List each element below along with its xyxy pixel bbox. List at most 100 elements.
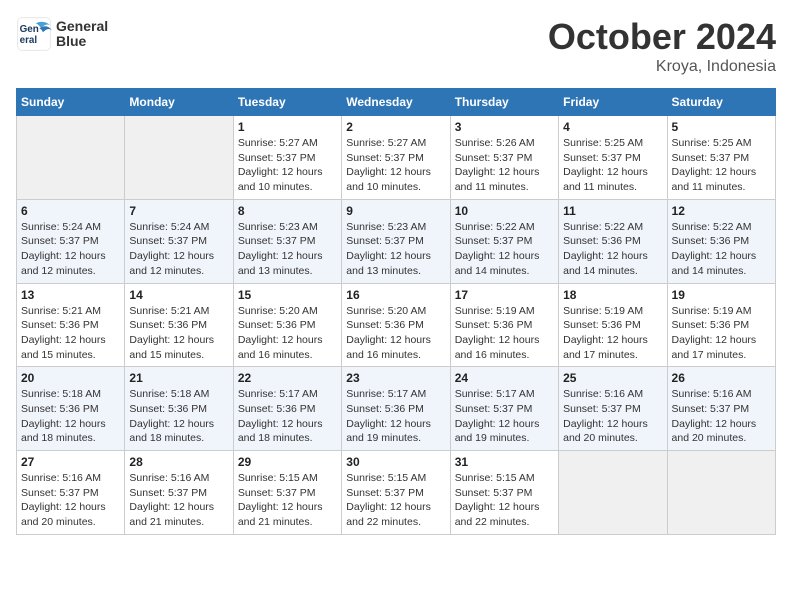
calendar-cell: 3 Sunrise: 5:26 AM Sunset: 5:37 PM Daylig… (450, 116, 558, 200)
day-number: 6 (21, 204, 120, 218)
day-header-thursday: Thursday (450, 89, 558, 116)
logo-text: General Blue (56, 19, 108, 50)
calendar-cell: 6 Sunrise: 5:24 AM Sunset: 5:37 PM Daylig… (17, 199, 125, 283)
calendar-cell (667, 451, 775, 535)
day-info: Sunrise: 5:21 AM Sunset: 5:36 PM Dayligh… (129, 304, 228, 363)
day-info: Sunrise: 5:27 AM Sunset: 5:37 PM Dayligh… (238, 136, 337, 195)
calendar-cell: 25Sunrise: 5:16 AM Sunset: 5:37 PM Dayli… (559, 367, 667, 451)
day-info: Sunrise: 5:20 AM Sunset: 5:36 PM Dayligh… (346, 304, 445, 363)
day-info: Sunrise: 5:22 AM Sunset: 5:36 PM Dayligh… (563, 220, 662, 279)
day-info: Sunrise: 5:16 AM Sunset: 5:37 PM Dayligh… (21, 471, 120, 530)
day-number: 30 (346, 455, 445, 469)
day-info: Sunrise: 5:24 AM Sunset: 5:37 PM Dayligh… (21, 220, 120, 279)
calendar-cell: 22Sunrise: 5:17 AM Sunset: 5:36 PM Dayli… (233, 367, 341, 451)
day-number: 9 (346, 204, 445, 218)
calendar-cell (125, 116, 233, 200)
calendar-cell: 16Sunrise: 5:20 AM Sunset: 5:36 PM Dayli… (342, 283, 450, 367)
day-number: 7 (129, 204, 228, 218)
logo-line1: General (56, 19, 108, 34)
day-header-sunday: Sunday (17, 89, 125, 116)
day-info: Sunrise: 5:25 AM Sunset: 5:37 PM Dayligh… (563, 136, 662, 195)
calendar-cell: 11 Sunrise: 5:22 AM Sunset: 5:36 PM Dayli… (559, 199, 667, 283)
day-info: Sunrise: 5:17 AM Sunset: 5:37 PM Dayligh… (455, 387, 554, 446)
calendar-cell: 8 Sunrise: 5:23 AM Sunset: 5:37 PM Daylig… (233, 199, 341, 283)
day-number: 8 (238, 204, 337, 218)
day-number: 14 (129, 288, 228, 302)
day-number: 23 (346, 371, 445, 385)
calendar-cell: 28 Sunrise: 5:16 AM Sunset: 5:37 PM Dayli… (125, 451, 233, 535)
calendar-cell: 2 Sunrise: 5:27 AM Sunset: 5:37 PM Daylig… (342, 116, 450, 200)
day-number: 10 (455, 204, 554, 218)
calendar-cell: 27 Sunrise: 5:16 AM Sunset: 5:37 PM Dayli… (17, 451, 125, 535)
logo-icon: Gen eral (16, 16, 52, 52)
calendar-cell: 10 Sunrise: 5:22 AM Sunset: 5:37 PM Dayli… (450, 199, 558, 283)
calendar-week-row: 1 Sunrise: 5:27 AM Sunset: 5:37 PM Daylig… (17, 116, 776, 200)
day-header-wednesday: Wednesday (342, 89, 450, 116)
day-number: 18 (563, 288, 662, 302)
day-number: 2 (346, 120, 445, 134)
day-info: Sunrise: 5:19 AM Sunset: 5:36 PM Dayligh… (672, 304, 771, 363)
day-number: 11 (563, 204, 662, 218)
day-number: 25 (563, 371, 662, 385)
day-number: 27 (21, 455, 120, 469)
day-info: Sunrise: 5:22 AM Sunset: 5:36 PM Dayligh… (672, 220, 771, 279)
day-number: 20 (21, 371, 120, 385)
day-info: Sunrise: 5:22 AM Sunset: 5:37 PM Dayligh… (455, 220, 554, 279)
day-number: 1 (238, 120, 337, 134)
day-info: Sunrise: 5:15 AM Sunset: 5:37 PM Dayligh… (455, 471, 554, 530)
day-number: 26 (672, 371, 771, 385)
day-header-friday: Friday (559, 89, 667, 116)
calendar-cell: 7Sunrise: 5:24 AM Sunset: 5:37 PM Daylig… (125, 199, 233, 283)
calendar-cell (559, 451, 667, 535)
day-info: Sunrise: 5:16 AM Sunset: 5:37 PM Dayligh… (672, 387, 771, 446)
day-number: 17 (455, 288, 554, 302)
month-title: October 2024 (548, 16, 776, 58)
day-info: Sunrise: 5:15 AM Sunset: 5:37 PM Dayligh… (238, 471, 337, 530)
title-area: October 2024 Kroya, Indonesia (548, 16, 776, 76)
calendar-cell: 1 Sunrise: 5:27 AM Sunset: 5:37 PM Daylig… (233, 116, 341, 200)
logo: Gen eral General Blue (16, 16, 108, 52)
calendar-cell: 24 Sunrise: 5:17 AM Sunset: 5:37 PM Dayli… (450, 367, 558, 451)
day-number: 19 (672, 288, 771, 302)
day-info: Sunrise: 5:27 AM Sunset: 5:37 PM Dayligh… (346, 136, 445, 195)
day-number: 13 (21, 288, 120, 302)
calendar-cell: 20 Sunrise: 5:18 AM Sunset: 5:36 PM Dayli… (17, 367, 125, 451)
page-header: Gen eral General Blue October 2024 Kroya… (16, 16, 776, 76)
calendar-cell: 13Sunrise: 5:21 AM Sunset: 5:36 PM Dayli… (17, 283, 125, 367)
day-number: 15 (238, 288, 337, 302)
day-info: Sunrise: 5:18 AM Sunset: 5:36 PM Dayligh… (21, 387, 120, 446)
day-info: Sunrise: 5:16 AM Sunset: 5:37 PM Dayligh… (129, 471, 228, 530)
calendar-cell: 18 Sunrise: 5:19 AM Sunset: 5:36 PM Dayli… (559, 283, 667, 367)
calendar-cell (17, 116, 125, 200)
logo-line2: Blue (56, 34, 108, 49)
calendar-week-row: 6 Sunrise: 5:24 AM Sunset: 5:37 PM Daylig… (17, 199, 776, 283)
day-info: Sunrise: 5:26 AM Sunset: 5:37 PM Dayligh… (455, 136, 554, 195)
day-number: 24 (455, 371, 554, 385)
day-number: 4 (563, 120, 662, 134)
location: Kroya, Indonesia (548, 58, 776, 76)
calendar-cell: 12 Sunrise: 5:22 AM Sunset: 5:36 PM Dayli… (667, 199, 775, 283)
calendar-cell: 9Sunrise: 5:23 AM Sunset: 5:37 PM Daylig… (342, 199, 450, 283)
day-info: Sunrise: 5:23 AM Sunset: 5:37 PM Dayligh… (238, 220, 337, 279)
day-info: Sunrise: 5:15 AM Sunset: 5:37 PM Dayligh… (346, 471, 445, 530)
svg-text:Gen: Gen (20, 24, 39, 35)
day-number: 28 (129, 455, 228, 469)
calendar-cell: 23 Sunrise: 5:17 AM Sunset: 5:36 PM Dayli… (342, 367, 450, 451)
day-number: 12 (672, 204, 771, 218)
calendar-week-row: 20 Sunrise: 5:18 AM Sunset: 5:36 PM Dayli… (17, 367, 776, 451)
day-number: 21 (129, 371, 228, 385)
day-number: 5 (672, 120, 771, 134)
day-info: Sunrise: 5:17 AM Sunset: 5:36 PM Dayligh… (238, 387, 337, 446)
calendar-cell: 31 Sunrise: 5:15 AM Sunset: 5:37 PM Dayli… (450, 451, 558, 535)
day-header-saturday: Saturday (667, 89, 775, 116)
day-info: Sunrise: 5:19 AM Sunset: 5:36 PM Dayligh… (563, 304, 662, 363)
day-info: Sunrise: 5:17 AM Sunset: 5:36 PM Dayligh… (346, 387, 445, 446)
calendar-week-row: 13 Sunrise: 5:21 AM Sunset: 5:36 PM Dayli… (17, 283, 776, 367)
calendar-cell: 4 Sunrise: 5:25 AM Sunset: 5:37 PM Daylig… (559, 116, 667, 200)
calendar-cell: 26 Sunrise: 5:16 AM Sunset: 5:37 PM Dayli… (667, 367, 775, 451)
day-number: 31 (455, 455, 554, 469)
day-number: 3 (455, 120, 554, 134)
calendar-cell: 15Sunrise: 5:20 AM Sunset: 5:36 PM Dayli… (233, 283, 341, 367)
day-header-tuesday: Tuesday (233, 89, 341, 116)
calendar-table: SundayMondayTuesdayWednesdayThursdayFrid… (16, 88, 776, 535)
